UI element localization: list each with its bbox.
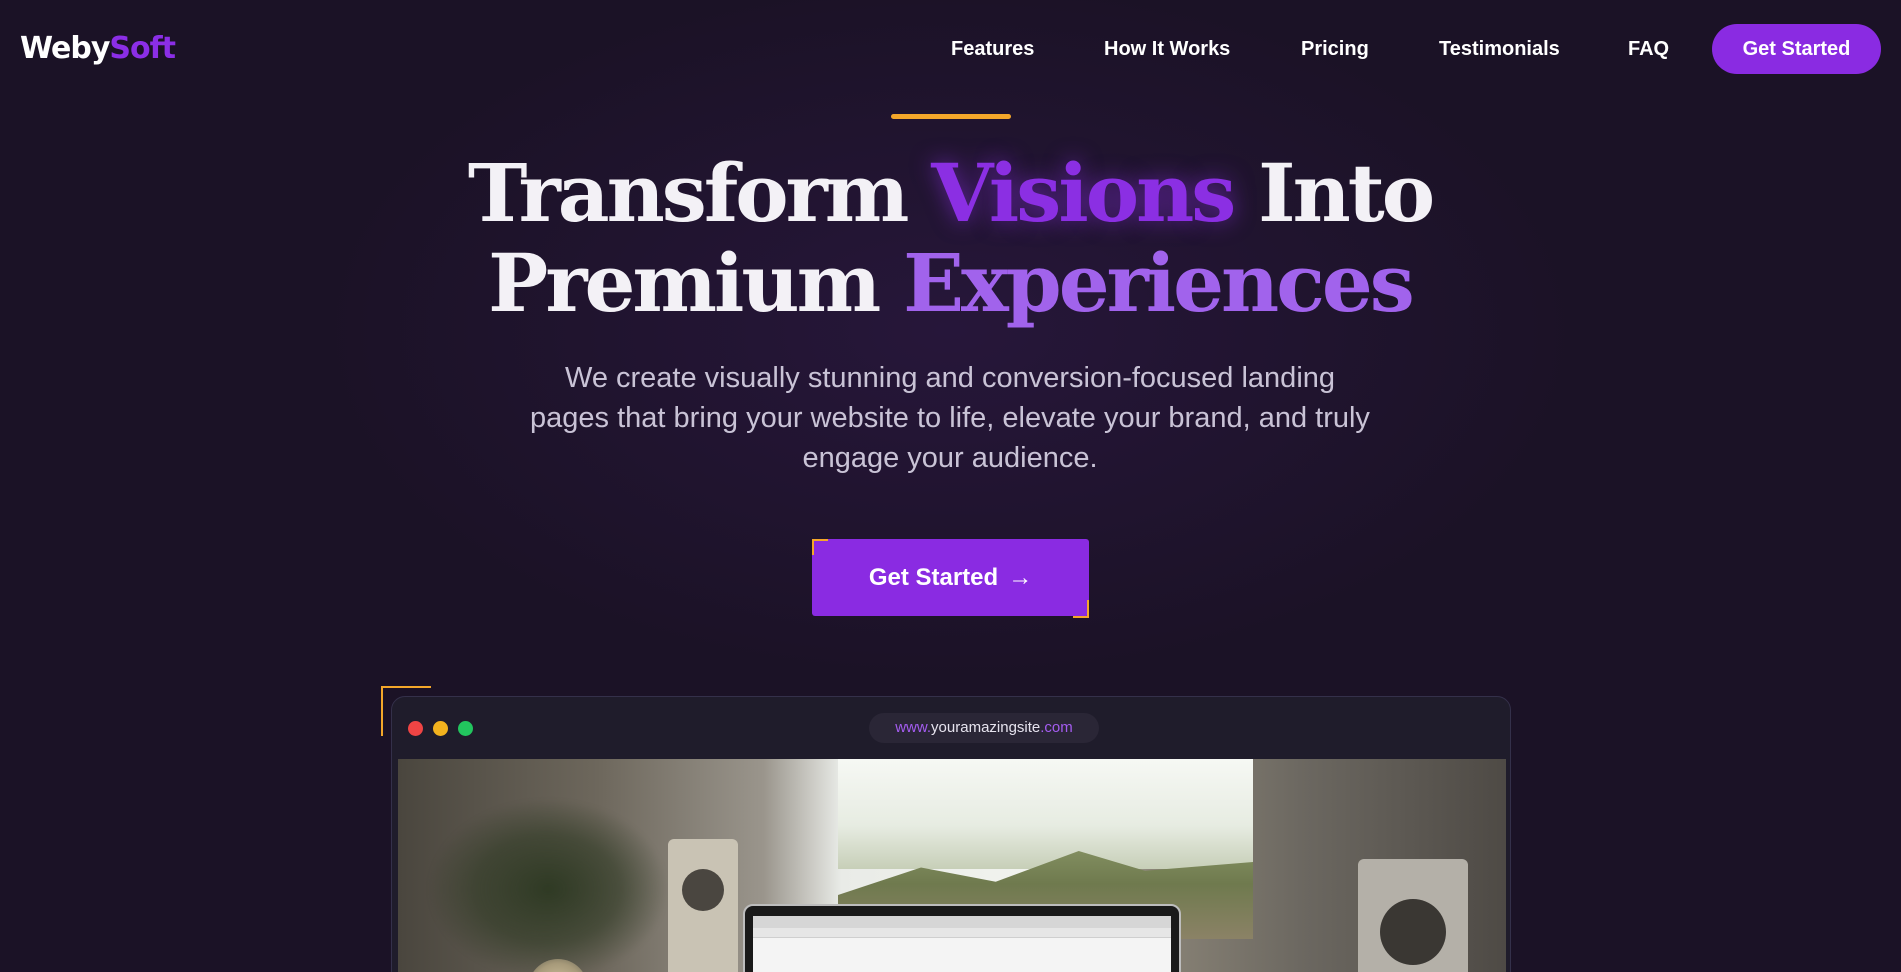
url-prefix: www. xyxy=(895,719,932,736)
mockup-screenshot-image xyxy=(398,759,1506,972)
headline-word-into: Into xyxy=(1258,146,1435,240)
logo-text-part1: Weby xyxy=(20,31,110,66)
url-domain: youramazingsite xyxy=(931,719,1041,736)
hero-get-started-button[interactable]: Get Started → xyxy=(812,539,1089,616)
hero-headline: Transform Visions Into Premium Experienc… xyxy=(350,148,1550,328)
cta-corner-accent-bottom-right xyxy=(1073,600,1089,618)
logo-text-part2: Soft xyxy=(109,31,176,66)
nav-get-started-button[interactable]: Get Started xyxy=(1712,24,1881,74)
window-close-dot-icon xyxy=(408,721,423,736)
nav-link-pricing[interactable]: Pricing xyxy=(1301,36,1369,62)
image-speaker-left xyxy=(668,839,738,972)
image-window-light xyxy=(838,759,1253,869)
hero-subtext: We create visually stunning and conversi… xyxy=(530,362,1370,474)
image-laptop xyxy=(743,904,1181,972)
headline-accent-bar xyxy=(891,114,1011,119)
browser-toolbar: www.youramazingsite.com xyxy=(392,697,1510,759)
headline-word-premium: Premium xyxy=(488,236,881,330)
nav-link-features[interactable]: Features xyxy=(951,36,1034,62)
nav-link-faq[interactable]: FAQ xyxy=(1628,36,1669,62)
browser-mockup: www.youramazingsite.com xyxy=(391,696,1511,972)
image-speaker-right xyxy=(1358,859,1468,972)
brand-logo[interactable]: WebySoft xyxy=(20,30,176,68)
top-navigation: WebySoft Features How It Works Pricing T… xyxy=(0,0,1901,96)
headline-word-experiences: Experiences xyxy=(903,236,1415,330)
window-minimize-dot-icon xyxy=(433,721,448,736)
nav-link-testimonials[interactable]: Testimonials xyxy=(1439,36,1560,62)
url-suffix: .com xyxy=(1040,719,1073,736)
window-maximize-dot-icon xyxy=(458,721,473,736)
hero-cta-label: Get Started xyxy=(868,564,999,591)
headline-word-visions: Visions xyxy=(931,146,1236,240)
browser-url-bar: www.youramazingsite.com xyxy=(869,713,1099,743)
nav-link-how-it-works[interactable]: How It Works xyxy=(1104,36,1230,62)
arrow-right-icon: → xyxy=(1008,564,1033,591)
headline-word-transform: Transform xyxy=(467,146,909,240)
cta-corner-accent-top-left xyxy=(812,539,828,555)
